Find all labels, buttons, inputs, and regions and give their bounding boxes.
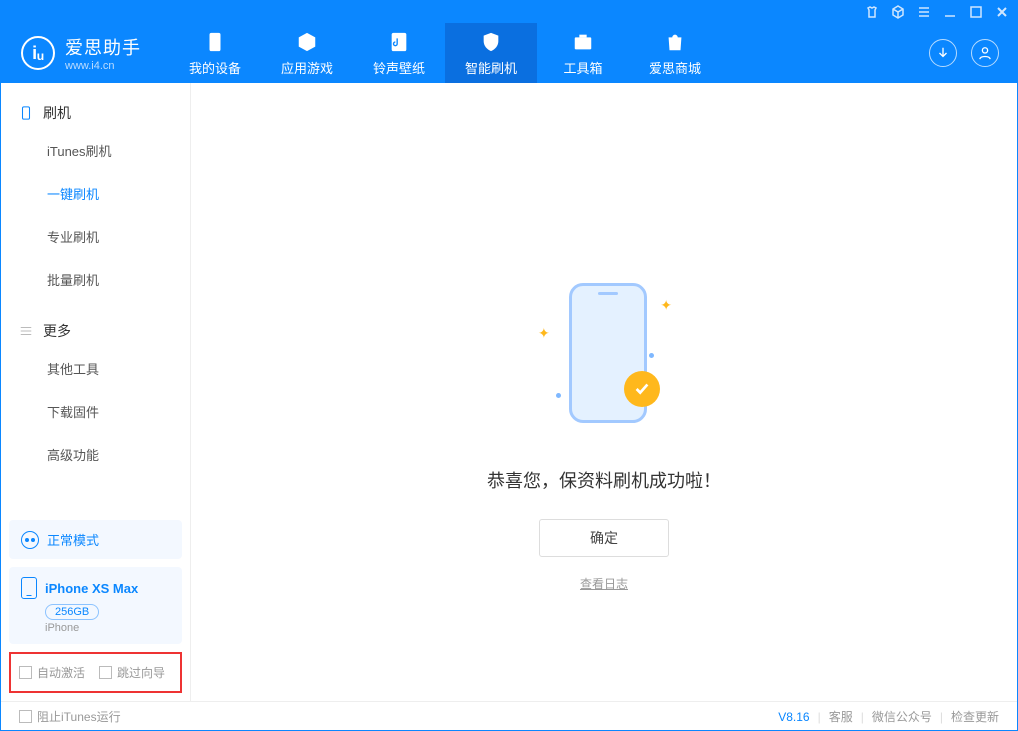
tab-my-device[interactable]: 我的设备 [169, 23, 261, 83]
checkbox-skip-guide[interactable]: 跳过向导 [99, 664, 165, 681]
sidebar: 刷机 iTunes刷机 一键刷机 专业刷机 批量刷机 更多 其他工具 下载固件 … [1, 83, 191, 701]
box-icon [295, 30, 319, 54]
app-url: www.i4.cn [65, 60, 141, 72]
sidebar-item-download-firmware[interactable]: 下载固件 [1, 390, 190, 433]
sidebar-item-one-click-flash[interactable]: 一键刷机 [1, 172, 190, 215]
maximize-icon[interactable] [969, 5, 983, 19]
sidebar-item-batch-flash[interactable]: 批量刷机 [1, 258, 190, 301]
titlebar [1, 1, 1017, 23]
tab-toolbox[interactable]: 工具箱 [537, 23, 629, 83]
sidebar-item-advanced[interactable]: 高级功能 [1, 433, 190, 476]
sparkle-icon: ✦ [538, 325, 550, 342]
version-label: V8.16 [778, 710, 809, 724]
highlighted-options: 自动激活 跳过向导 [9, 652, 182, 693]
phone-icon [203, 30, 227, 54]
check-badge-icon [624, 371, 660, 407]
download-button[interactable] [929, 39, 957, 67]
app-name: 爱思助手 [65, 34, 141, 60]
sidebar-item-other-tools[interactable]: 其他工具 [1, 347, 190, 390]
checkbox-auto-activate[interactable]: 自动激活 [19, 664, 85, 681]
sidebar-group-more: 更多 [1, 315, 190, 347]
mode-icon [21, 531, 39, 549]
header: iᵤ 爱思助手 www.i4.cn 我的设备 应用游戏 铃声壁纸 智能刷机 [1, 23, 1017, 83]
checkbox-block-itunes[interactable]: 阻止iTunes运行 [19, 708, 121, 725]
device-capacity: 256GB [45, 604, 99, 620]
device-type: iPhone [45, 622, 170, 634]
logo: iᵤ 爱思助手 www.i4.cn [1, 34, 161, 72]
tab-ringtones[interactable]: 铃声壁纸 [353, 23, 445, 83]
cube-icon[interactable] [891, 5, 905, 19]
logo-mark: iᵤ [21, 36, 55, 70]
device-card[interactable]: iPhone XS Max 256GB iPhone [9, 567, 182, 644]
close-icon[interactable] [995, 5, 1009, 19]
minimize-icon[interactable] [943, 5, 957, 19]
sidebar-item-pro-flash[interactable]: 专业刷机 [1, 215, 190, 258]
view-log-link[interactable]: 查看日志 [580, 575, 628, 592]
body: 刷机 iTunes刷机 一键刷机 专业刷机 批量刷机 更多 其他工具 下载固件 … [1, 83, 1017, 701]
mode-card[interactable]: 正常模式 [9, 520, 182, 559]
profile-button[interactable] [971, 39, 999, 67]
device-phone-icon [21, 577, 37, 599]
footer-link-service[interactable]: 客服 [829, 708, 853, 725]
sparkle-icon: ✦ [660, 297, 672, 314]
header-actions [929, 39, 1017, 67]
sidebar-group-flash: 刷机 [1, 97, 190, 129]
footer-link-wechat[interactable]: 微信公众号 [872, 708, 932, 725]
main-content: ✦ ✦ 恭喜您，保资料刷机成功啦！ 确定 查看日志 [191, 83, 1017, 701]
shield-icon [479, 30, 503, 54]
briefcase-icon [571, 30, 595, 54]
success-illustration: ✦ ✦ [534, 283, 674, 443]
nav-tabs: 我的设备 应用游戏 铃声壁纸 智能刷机 工具箱 爱思商城 [169, 23, 721, 83]
footer-link-update[interactable]: 检查更新 [951, 708, 999, 725]
app-window: iᵤ 爱思助手 www.i4.cn 我的设备 应用游戏 铃声壁纸 智能刷机 [0, 0, 1018, 731]
ok-button[interactable]: 确定 [539, 519, 669, 557]
success-message: 恭喜您，保资料刷机成功啦！ [487, 467, 721, 493]
device-icon [19, 106, 33, 120]
list-icon [19, 324, 33, 338]
tab-flash[interactable]: 智能刷机 [445, 23, 537, 83]
tshirt-icon[interactable] [865, 5, 879, 19]
tab-apps[interactable]: 应用游戏 [261, 23, 353, 83]
menu-icon[interactable] [917, 5, 931, 19]
music-icon [387, 30, 411, 54]
sidebar-item-itunes-flash[interactable]: iTunes刷机 [1, 129, 190, 172]
tab-store[interactable]: 爱思商城 [629, 23, 721, 83]
footer: 阻止iTunes运行 V8.16 | 客服 | 微信公众号 | 检查更新 [1, 701, 1017, 731]
device-name: iPhone XS Max [45, 581, 138, 596]
bag-icon [663, 30, 687, 54]
